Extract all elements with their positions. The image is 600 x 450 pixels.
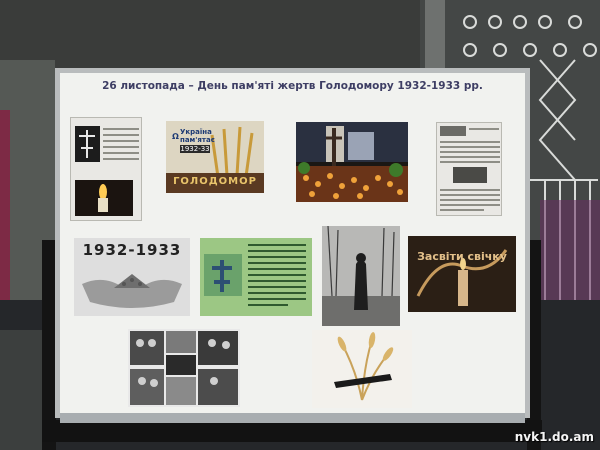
poster-wheat-ribbon [312,330,412,408]
poster-ukraine-remembers: Ω Україна пам'ятає 1932-33 ГОЛОДОМОР [166,121,264,193]
board-heading: 26 листопада – День пам'яті жертв Голодо… [102,80,483,92]
site-watermark: nvk1.do.am [514,430,594,444]
poster-light-candle-caption: Засвіти свічку [417,250,507,263]
photo-memorial-candles [296,122,408,202]
svg-text:Ω: Ω [172,132,179,141]
poster-ukraine-title: Україна пам'ятає [180,128,215,144]
photo-collage-famine [128,329,240,407]
marker-tray [60,413,525,423]
poster-candle-symbol-text [200,238,312,316]
poster-hands-grain: 1932-1933 [74,238,190,316]
poster-holodomor-word: ГОЛОДОМОР [173,176,257,187]
photo-girl-statue [322,226,400,326]
poster-ukraine-years: 1932-33 [180,145,210,153]
poster-years-banner: 1932-1933 [82,241,182,259]
poster-light-candle: Засвіти свічку [408,236,516,312]
leaflet-article [436,122,502,216]
leaflet-memorial-text [70,117,142,221]
